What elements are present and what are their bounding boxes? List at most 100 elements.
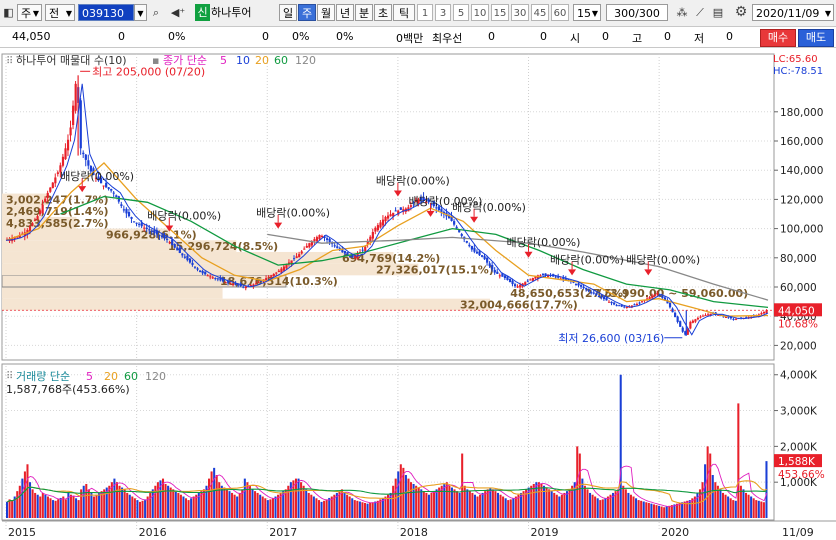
volume-bar [752,498,755,518]
volume-bar [491,489,494,518]
candle-body [326,238,329,240]
candle-body [587,290,590,292]
candle-body [346,252,349,255]
volume-bar [548,489,551,518]
volume-bar [23,471,26,518]
interval-60[interactable]: 60 [551,4,569,21]
candle-body [389,214,392,217]
volume-bar [714,482,717,518]
candle-body [465,241,468,243]
volume-bar [499,494,502,518]
interval-10[interactable]: 10 [471,4,489,21]
candle-body [381,219,385,226]
candle-body [41,204,44,214]
period-month[interactable]: 월 [317,4,335,21]
save-icon[interactable]: ▤ [710,4,726,21]
line-tool-icon[interactable]: ⟋ [692,4,708,21]
period-week[interactable]: 주 [298,4,316,21]
vma-legend-5: 5 [86,370,93,383]
stock-chart[interactable]: 32,004,666(17.7%)18,676,514(10.3%)27,326… [0,48,836,540]
candle-body [600,296,603,298]
interval-30[interactable]: 30 [511,4,529,21]
buy-button[interactable]: 매수 [760,29,796,47]
candle-body [145,227,148,229]
candle-body [595,293,598,295]
search-icon[interactable]: ⌕ [149,4,163,21]
candle-body [127,212,131,217]
volume-bar [320,501,323,518]
candle-body [468,244,471,247]
price-tick-label: 20,000 [780,340,817,352]
interval-45[interactable]: 45 [531,4,549,21]
period-year[interactable]: 년 [336,4,354,21]
period-tick[interactable]: 틱 [393,4,415,21]
period-second[interactable]: 초 [374,4,392,21]
candle-body [760,313,763,315]
volume-bar [297,478,300,518]
volume-bar [248,485,251,518]
grid-tools-icon[interactable]: ⁂ [674,4,690,21]
candle-body [254,283,258,285]
period-day[interactable]: 일 [279,4,297,21]
candle-body [229,283,232,285]
gear-icon[interactable]: ⚙ [732,4,750,21]
candle-body [87,160,90,166]
candle-body [46,192,49,198]
volume-bar [507,500,510,518]
interval-select[interactable]: 15 ▼ [573,4,601,21]
price-tick-label: 120,000 [780,194,823,206]
volume-bar [52,500,55,518]
volume-bar [218,482,221,518]
interval-3[interactable]: 3 [435,4,451,21]
interval-5[interactable]: 5 [453,4,469,21]
candle-body [69,127,72,136]
interval-1[interactable]: 1 [417,4,433,21]
code-dropdown-icon[interactable]: ▼ [134,4,147,21]
candle-body [178,248,181,253]
volume-bar [435,489,438,518]
candle-body [394,210,397,212]
candle-body [681,327,684,332]
volume-bar [85,483,88,518]
candle-body [724,316,728,318]
period-minute[interactable]: 분 [355,4,373,21]
date-value: 2020/11/09 [756,7,820,20]
count-field[interactable]: 300/300 [606,4,668,21]
candle-body [453,221,456,225]
speaker-icon[interactable]: ◀⁺ [165,4,191,21]
code-input[interactable]: 039130 [78,4,134,21]
volume-bar [443,483,446,518]
volume-bar [369,502,372,518]
candle-body [506,276,509,280]
interval-15[interactable]: 15 [491,4,509,21]
window-menu-icon[interactable]: ◧ [2,4,15,21]
current-price: 44,050 [12,30,51,43]
dividend-label: 배당락(0.00%) [376,174,450,187]
volume-bar [604,497,607,518]
date-select[interactable]: 2020/11/09 ▼ [752,4,834,21]
market-select[interactable]: 전 ▼ [45,4,75,21]
candle-body [173,244,176,248]
candle-body [691,320,694,323]
volume-bar [709,453,712,518]
candle-body [196,268,199,270]
hc-label: HC:-78.51 [773,66,823,77]
sell-button[interactable]: 매도 [798,29,834,47]
candle-body [199,270,202,273]
volume-bar [473,494,476,518]
candle-body [242,286,245,288]
volume-bar [21,478,24,518]
drag-handle-icon[interactable]: ⠿ [6,56,13,67]
candle-body [607,301,611,303]
volume-bar [138,501,142,518]
candle-body [313,239,316,241]
dividend-label: 배당락(0.00%) [550,253,624,266]
volume-bar [652,504,655,518]
kind-select[interactable]: 주 ▼ [17,4,42,21]
volume-bar [164,483,167,518]
drag-handle-icon[interactable]: ⠿ [6,371,13,382]
volume-bar [514,496,517,518]
volume-bar [681,502,684,518]
candle-body [699,316,702,318]
volume-bar [271,497,274,518]
